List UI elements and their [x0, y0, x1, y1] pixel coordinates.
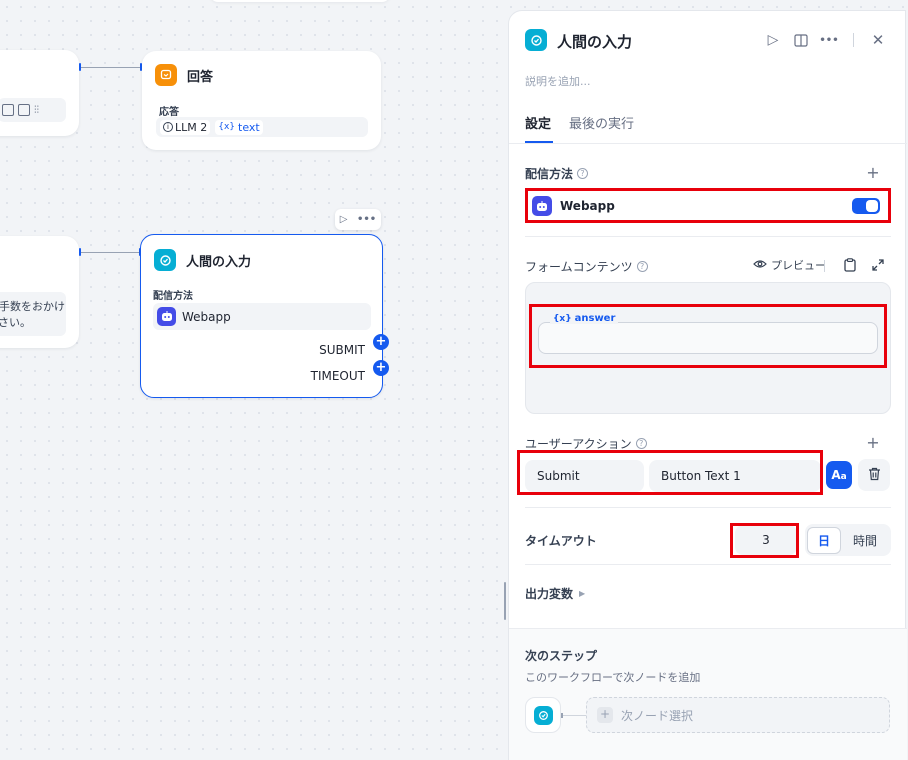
answer-node-label: 応答 [159, 107, 179, 118]
canvas-top-fragment [210, 0, 390, 2]
prev-node-top[interactable]: ⫶⫶ [0, 50, 79, 136]
trash-icon [868, 467, 881, 484]
variable-icon: {x} [218, 122, 236, 132]
highlight-user-action [517, 450, 823, 495]
tab-settings[interactable]: 設定 [525, 113, 551, 132]
next-step-connector-dot [561, 713, 563, 718]
prev-node-mid-textbox: 手数をおかけ さい。 [0, 292, 66, 336]
answer-node-icon [155, 64, 177, 86]
help-icon[interactable]: ? [577, 168, 589, 179]
description-input[interactable]: 説明を追加... [525, 73, 591, 89]
add-node-timeout-button[interactable]: + [373, 360, 389, 376]
delivery-section-title: 配信方法 ? [525, 165, 589, 182]
highlight-timeout [730, 523, 799, 558]
answer-node[interactable]: 回答 応答 i LLM 2 {x} text [142, 51, 381, 150]
node-settings-panel: 人間の入力 ▷ ••• ✕ 説明を追加... 設定 最後の実行 配信方法 ? +… [508, 10, 907, 760]
document-icon [2, 104, 14, 116]
panel-resize-handle[interactable] [504, 582, 506, 620]
run-icon[interactable]: ▷ [765, 31, 781, 49]
prev-node-text-line1: 手数をおかけ [0, 300, 65, 313]
output-vars-label: 出力変数 [525, 587, 574, 601]
human-input-node[interactable]: 人間の入力 配信方法 Webapp SUBMIT TIMEOUT [140, 234, 383, 398]
more-icon[interactable]: ••• [357, 214, 376, 225]
node-toolbar: ▷ ••• [335, 209, 381, 230]
image-icon [18, 104, 30, 116]
help-icon[interactable]: ? [635, 438, 647, 449]
form-title-label: フォームコンテンツ [525, 260, 633, 274]
output-submit-label: SUBMIT [319, 343, 365, 357]
form-section-title: フォームコンテンツ ? [525, 258, 648, 275]
unit-day-option[interactable]: 日 [807, 526, 841, 554]
delete-action-button[interactable] [858, 459, 890, 491]
next-step-connector [562, 715, 586, 716]
delivery-divider [525, 236, 891, 237]
highlight-form-field [529, 304, 887, 368]
close-icon[interactable]: ✕ [870, 31, 886, 49]
tabs-divider [509, 143, 907, 144]
delivery-title-label: 配信方法 [525, 167, 574, 181]
prev-node-text-line2: さい。 [0, 316, 31, 329]
next-step-title: 次のステップ [525, 649, 598, 663]
highlight-delivery [525, 188, 891, 223]
preview-divider [824, 260, 825, 272]
edge-top [81, 67, 141, 68]
add-action-button[interactable]: + [865, 433, 881, 452]
plus-icon: + [597, 707, 613, 723]
llm-ref-chip: i LLM 2 [160, 119, 211, 135]
llm-ref-label: LLM 2 [175, 120, 208, 134]
button-style-button[interactable]: Aa [826, 461, 852, 489]
help-book-icon[interactable] [793, 31, 809, 49]
text-style-icon: Aa [831, 468, 847, 482]
prev-node-top-tools: ⫶⫶ [0, 98, 66, 122]
panel-node-icon [525, 29, 547, 51]
eye-icon [753, 259, 767, 272]
preview-button[interactable]: プレビュー [753, 257, 826, 273]
unit-hour-option[interactable]: 時間 [841, 532, 889, 549]
output-vars-toggle[interactable]: 出力変数 ▶ [525, 585, 585, 602]
answer-node-title: 回答 [187, 69, 214, 85]
preview-label: プレビュー [771, 259, 826, 272]
add-delivery-button[interactable]: + [865, 163, 881, 182]
expand-icon[interactable] [870, 257, 886, 273]
human-node-method-box: Webapp [153, 303, 371, 330]
var-ref-chip: {x} text [215, 119, 263, 135]
add-node-submit-button[interactable]: + [373, 334, 389, 350]
human-node-method-label: 配信方法 [153, 291, 193, 302]
human-input-node-icon [154, 249, 176, 271]
caret-right-icon: ▶ [579, 589, 586, 598]
clipboard-icon[interactable] [842, 257, 858, 273]
next-step-subtitle: このワークフローで次ノードを追加 [525, 671, 701, 684]
prev-node-mid[interactable]: 手数をおかけ さい。 [0, 236, 79, 348]
human-input-node-icon [533, 705, 553, 725]
human-input-node-title: 人間の入力 [186, 254, 252, 270]
tab-last-run[interactable]: 最後の実行 [569, 113, 634, 132]
timeout-label: タイムアウト [525, 534, 597, 548]
var-ref-label: text [238, 120, 260, 134]
webapp-icon [157, 307, 176, 326]
edge-mid [81, 252, 140, 253]
next-step-section: 次のステップ このワークフローで次ノードを追加 + 次ノード選択 [509, 628, 907, 760]
human-node-method-value: Webapp [182, 309, 231, 324]
answer-node-value-box: i LLM 2 {x} text [156, 117, 368, 137]
header-divider [853, 33, 854, 47]
timeout-unit-segmented: 日 時間 [805, 524, 891, 556]
more-options-icon[interactable]: ••• [819, 31, 838, 49]
actions-divider [525, 507, 891, 508]
panel-title[interactable]: 人間の入力 [557, 31, 632, 52]
run-node-icon[interactable]: ▷ [340, 214, 348, 225]
llm-info-icon: i [163, 122, 173, 132]
select-next-node-button[interactable]: + 次ノード選択 [586, 697, 890, 733]
current-node-block [525, 697, 561, 733]
output-timeout-label: TIMEOUT [310, 369, 365, 383]
select-next-node-label: 次ノード選択 [621, 708, 694, 723]
audio-icon: ⫶⫶ [34, 104, 39, 116]
timeout-divider [525, 564, 891, 565]
help-icon[interactable]: ? [636, 261, 648, 272]
